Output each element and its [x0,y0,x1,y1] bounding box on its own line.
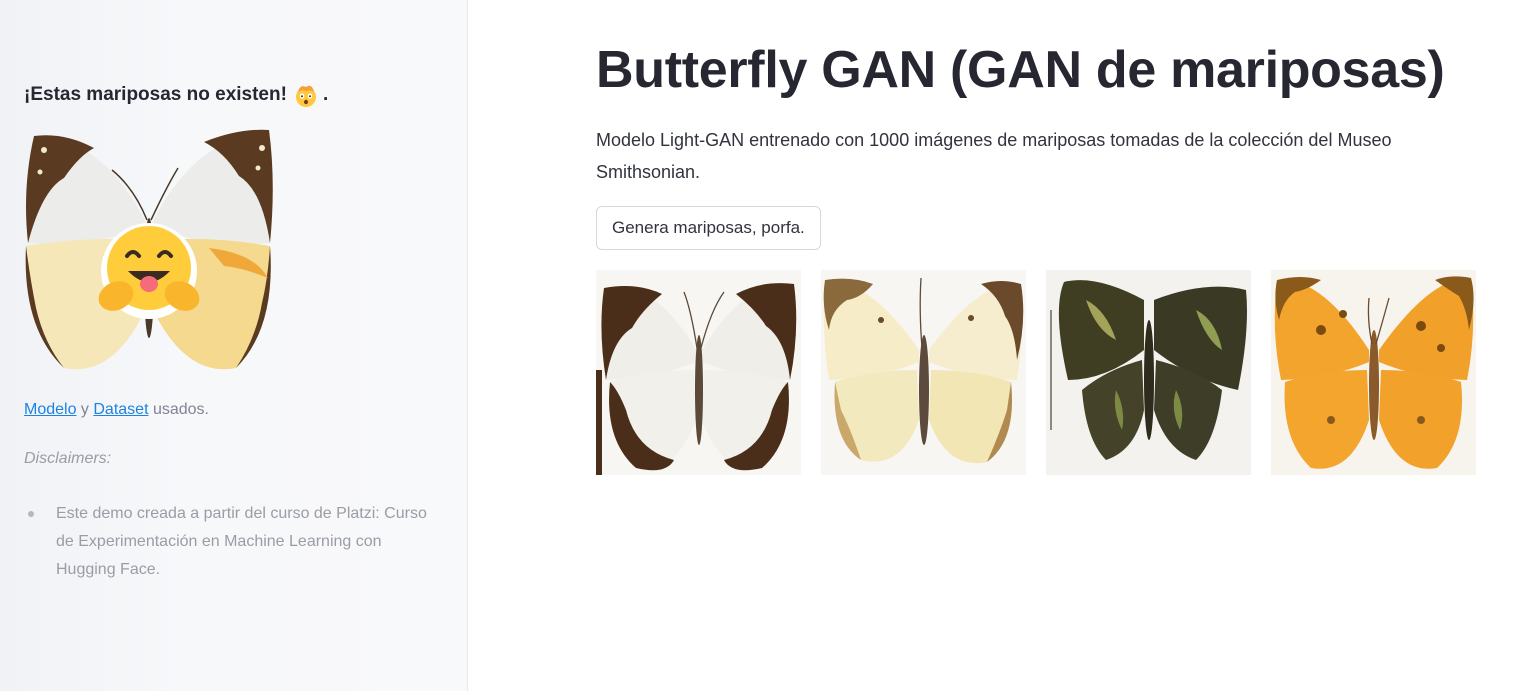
links-conjunction: y [76,401,94,418]
generated-butterfly-2 [821,270,1026,475]
page-description: Modelo Light-GAN entrenado con 1000 imág… [596,130,1392,182]
disclaimer-item: Este demo creada a partir del curso de P… [24,500,444,584]
generated-butterfly-1 [596,270,801,475]
disclaimers-label: Disclaimers: [24,450,112,467]
sidebar-title-text: ¡Estas mariposas no existen! [24,84,287,105]
links-line: Modelo y Dataset usados. [24,401,209,419]
bullet-icon [28,511,34,517]
dataset-link[interactable]: Dataset [93,401,148,418]
disclaimer-list: Este demo creada a partir del curso de P… [24,500,444,584]
sidebar: ¡Estas mariposas no existen! . Modelo y … [0,0,468,691]
butterfly-gallery [596,270,1476,475]
sidebar-title: ¡Estas mariposas no existen! . [24,82,328,108]
butterfly-with-hugging-face-icon [24,128,274,380]
page-title: Butterfly GAN (GAN de mariposas) [596,41,1445,99]
mind-blown-emoji-icon [293,82,319,108]
disclaimer-text: Este demo creada a partir del curso de P… [56,505,427,578]
generate-butterflies-button[interactable]: Genera mariposas, porfa. [596,206,821,250]
sidebar-title-suffix: . [322,84,329,105]
generated-butterfly-4 [1271,270,1476,475]
links-suffix: usados. [148,401,209,418]
generated-butterfly-3 [1046,270,1251,475]
model-link[interactable]: Modelo [24,401,76,418]
app-root: ¡Estas mariposas no existen! . Modelo y … [0,0,1529,691]
